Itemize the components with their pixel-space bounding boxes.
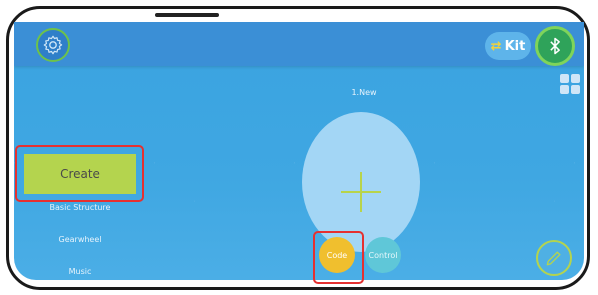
phone-speaker xyxy=(155,13,219,17)
kit-switch-button[interactable]: ⇄ Kit xyxy=(485,32,531,60)
sidebar-item-gearwheel[interactable]: Gearwheel xyxy=(14,235,146,244)
grid-cell xyxy=(571,74,580,83)
grid-view-button[interactable] xyxy=(560,74,580,94)
top-bar: ⇄ Kit xyxy=(14,22,584,66)
grid-cell xyxy=(571,85,580,94)
project-title: 1.New xyxy=(351,88,377,97)
control-mode-button[interactable]: Control xyxy=(365,237,401,273)
grid-cell xyxy=(560,85,569,94)
sidebar-item-basic-structure[interactable]: Basic Structure xyxy=(14,203,146,212)
bluetooth-button[interactable] xyxy=(535,26,575,66)
sidebar-item-music[interactable]: Music xyxy=(14,267,146,276)
gear-icon xyxy=(43,35,63,55)
edit-button[interactable] xyxy=(536,240,572,276)
code-mode-button[interactable]: Code xyxy=(319,237,355,273)
plus-icon[interactable] xyxy=(341,172,381,212)
pencil-icon xyxy=(546,251,561,266)
bluetooth-icon xyxy=(550,37,560,55)
app-screen: ⇄ Kit 1.New Create Basic Structure Gearw… xyxy=(14,22,584,280)
settings-button[interactable] xyxy=(36,28,70,62)
grid-icon xyxy=(560,74,569,83)
swap-arrows-icon: ⇄ xyxy=(490,38,502,54)
kit-label: Kit xyxy=(504,38,526,54)
create-button[interactable]: Create xyxy=(24,154,136,194)
